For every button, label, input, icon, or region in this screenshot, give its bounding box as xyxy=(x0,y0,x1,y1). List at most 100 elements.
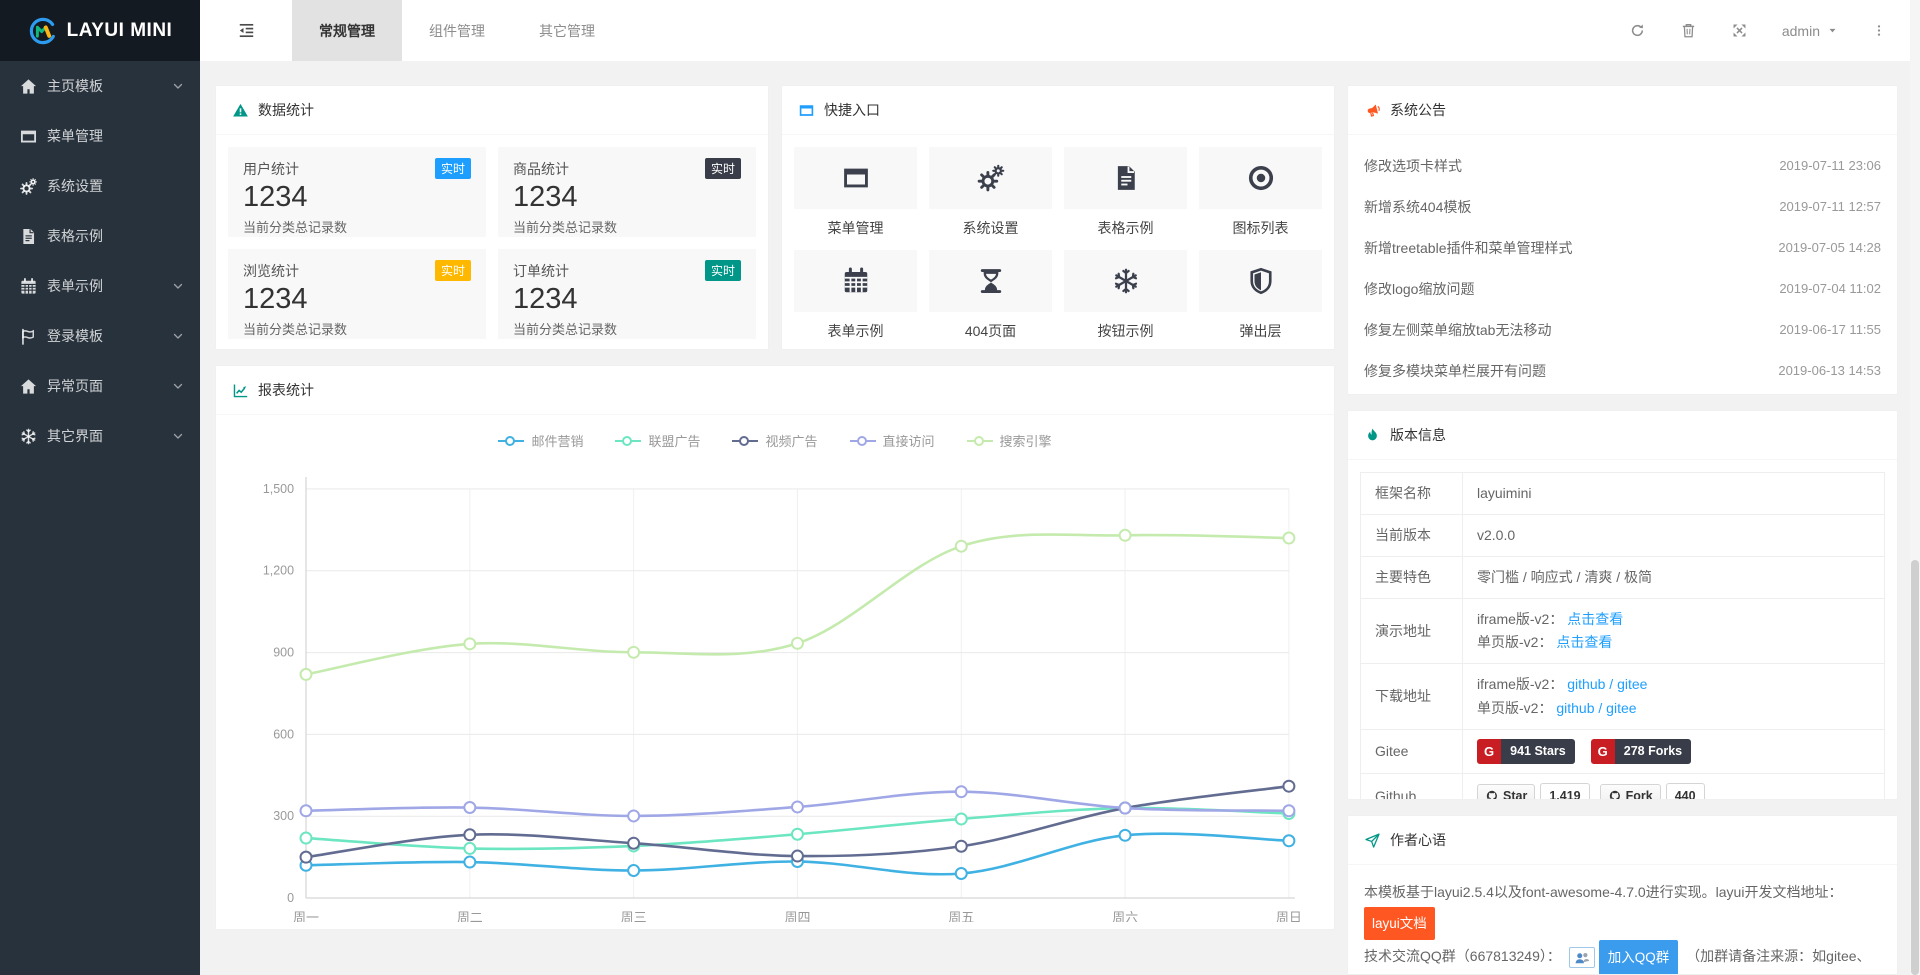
legend-item-search-engine[interactable]: 搜索引擎 xyxy=(967,431,1052,450)
join-qq-label: 加入QQ群 xyxy=(1599,940,1679,975)
sidebar-item-other-ui[interactable]: 其它界面 xyxy=(0,411,200,461)
github-star-count[interactable]: 1,419 xyxy=(1540,783,1589,800)
quick-tile-icon-list[interactable]: 图标列表 xyxy=(1199,147,1322,238)
github-fork-count[interactable]: 440 xyxy=(1666,783,1705,800)
quick-label: 菜单管理 xyxy=(794,218,917,238)
framework-name: layuimini xyxy=(1463,473,1885,515)
more-options-icon[interactable] xyxy=(1872,22,1886,39)
notice-card-header: 系统公告 xyxy=(1348,86,1897,135)
logo-text: LAYUI MINI xyxy=(67,20,173,42)
demo-link-iframe[interactable]: 点击查看 xyxy=(1567,611,1623,627)
sidebar-item-form-demo[interactable]: 表单示例 xyxy=(0,261,200,311)
legend-item-video-ads[interactable]: 视频广告 xyxy=(732,431,817,450)
layui-doc-badge[interactable]: layui文档 xyxy=(1364,907,1435,940)
demo-link-spa[interactable]: 点击查看 xyxy=(1556,634,1612,650)
paper-plane-icon xyxy=(1364,832,1381,849)
calendar-icon xyxy=(841,266,871,296)
window-icon xyxy=(19,127,38,146)
svg-text:600: 600 xyxy=(273,727,294,741)
gitee-stars-badge[interactable]: G941 Stars xyxy=(1477,739,1575,764)
quick-tile-table-demo[interactable]: 表格示例 xyxy=(1064,147,1187,238)
download-link-github[interactable]: github xyxy=(1567,676,1605,692)
legend-label: 搜索引擎 xyxy=(1000,431,1052,450)
quick-entry-card: 快捷入口 菜单管理 系统设置 表格示例 xyxy=(781,85,1335,350)
download-link-gitee[interactable]: gitee xyxy=(1617,676,1647,692)
trash-icon[interactable] xyxy=(1680,22,1697,39)
notice-item[interactable]: 修改选项卡样式2019-07-11 23:06 xyxy=(1364,145,1881,186)
gitee-forks-badge[interactable]: G278 Forks xyxy=(1591,739,1692,764)
gears-icon xyxy=(976,163,1006,193)
user-menu[interactable]: admin xyxy=(1782,23,1838,39)
sidebar-item-label: 表格示例 xyxy=(47,226,103,246)
notice-item[interactable]: 修改logo缩放问题2019-07-04 11:02 xyxy=(1364,268,1881,309)
gears-icon xyxy=(19,177,38,196)
notice-date: 2019-06-17 11:55 xyxy=(1779,322,1881,337)
stat-label: 商品统计 xyxy=(513,159,569,179)
download-link-gitee[interactable]: gitee xyxy=(1606,700,1636,716)
quick-tile-button-demo[interactable]: 按钮示例 xyxy=(1064,250,1187,341)
sidebar-item-label: 系统设置 xyxy=(47,176,103,196)
chevron-down-icon xyxy=(172,80,184,92)
legend-item-email[interactable]: 邮件营销 xyxy=(498,431,583,450)
author-text: 本模板基于layui2.5.4以及font-awesome-4.7.0进行实现。… xyxy=(1348,865,1897,975)
caret-down-icon xyxy=(1827,25,1838,36)
quick-label: 表单示例 xyxy=(794,321,917,341)
stat-label: 用户统计 xyxy=(243,159,299,179)
refresh-icon[interactable] xyxy=(1629,22,1646,39)
author-line1: 本模板基于layui2.5.4以及font-awesome-4.7.0进行实现。… xyxy=(1364,884,1842,900)
file-icon xyxy=(1111,163,1141,193)
sidebar-item-home-template[interactable]: 主页模板 xyxy=(0,61,200,111)
stat-box-orders[interactable]: 订单统计实时 1234 当前分类总记录数 xyxy=(498,249,756,339)
notice-item[interactable]: 修复左侧菜单缩放tab无法移动2019-06-17 11:55 xyxy=(1364,309,1881,350)
sidebar-item-table-demo[interactable]: 表格示例 xyxy=(0,211,200,261)
sidebar-toggle-button[interactable] xyxy=(200,0,292,61)
quick-tile-404-page[interactable]: 404页面 xyxy=(929,250,1052,341)
stat-label: 浏览统计 xyxy=(243,261,299,281)
legend-label: 联盟广告 xyxy=(648,431,700,450)
quick-tile-system-settings[interactable]: 系统设置 xyxy=(929,147,1052,238)
download-prefix: 单页版-v2： xyxy=(1477,700,1552,716)
fire-icon xyxy=(1364,427,1381,444)
gitee-logo: G xyxy=(1591,739,1615,764)
tab-other-manage[interactable]: 其它管理 xyxy=(512,0,622,61)
stat-sub: 当前分类总记录数 xyxy=(243,217,471,236)
vertical-scrollbar[interactable] xyxy=(1910,0,1920,975)
sidebar-item-system-settings[interactable]: 系统设置 xyxy=(0,161,200,211)
sidebar-item-login-template[interactable]: 登录模板 xyxy=(0,311,200,361)
quick-tile-menu-manage[interactable]: 菜单管理 xyxy=(794,147,917,238)
sidebar-item-error-pages[interactable]: 异常页面 xyxy=(0,361,200,411)
notice-item[interactable]: 新增treetable插件和菜单管理样式2019-07-05 14:28 xyxy=(1364,227,1881,268)
tab-label: 其它管理 xyxy=(539,21,595,41)
github-fork-button[interactable]: Fork xyxy=(1600,784,1661,800)
notice-text: 修改选项卡样式 xyxy=(1364,156,1462,176)
stat-box-users[interactable]: 用户统计实时 1234 当前分类总记录数 xyxy=(228,147,486,237)
fullscreen-icon[interactable] xyxy=(1731,22,1748,39)
stat-box-goods[interactable]: 商品统计实时 1234 当前分类总记录数 xyxy=(498,147,756,237)
report-card: 报表统计 邮件营销 联盟广告 视频广告 直接访问 搜索引擎 0300600900… xyxy=(215,365,1335,930)
notice-item[interactable]: 新增系统404模板2019-07-11 12:57 xyxy=(1364,186,1881,227)
app-logo[interactable]: LAYUI MINI xyxy=(0,0,200,61)
tab-general-manage[interactable]: 常规管理 xyxy=(292,0,402,61)
notice-item[interactable]: 修复多模块菜单栏展开有问题2019-06-13 14:53 xyxy=(1364,350,1881,391)
quick-tile-form-demo[interactable]: 表单示例 xyxy=(794,250,917,341)
stat-box-views[interactable]: 浏览统计实时 1234 当前分类总记录数 xyxy=(228,249,486,339)
version-card: 版本信息 框架名称layuimini 当前版本v2.0.0 主要特色零门槛 / … xyxy=(1347,410,1898,800)
report-chart: 03006009001,2001,500周一周二周三周四周五周六周日 xyxy=(216,452,1334,922)
github-star-button[interactable]: Star xyxy=(1477,784,1535,800)
quick-tile-popup-layer[interactable]: 弹出层 xyxy=(1199,250,1322,341)
stat-label: 订单统计 xyxy=(513,261,569,281)
download-link-github[interactable]: github xyxy=(1556,700,1594,716)
logo-icon xyxy=(28,16,58,46)
chevron-down-icon xyxy=(172,330,184,342)
scrollbar-thumb[interactable] xyxy=(1911,560,1919,975)
sidebar-item-label: 菜单管理 xyxy=(47,126,103,146)
notice-date: 2019-07-11 12:57 xyxy=(1779,199,1881,214)
svg-text:300: 300 xyxy=(273,809,294,823)
tab-component-manage[interactable]: 组件管理 xyxy=(402,0,512,61)
sidebar-item-menu-manage[interactable]: 菜单管理 xyxy=(0,111,200,161)
legend-item-union-ads[interactable]: 联盟广告 xyxy=(615,431,700,450)
demo-prefix: 单页版-v2： xyxy=(1477,634,1552,650)
join-qq-group-button[interactable]: 加入QQ群 xyxy=(1569,940,1679,975)
topbar: 常规管理 组件管理 其它管理 admin xyxy=(200,0,1920,61)
legend-item-direct[interactable]: 直接访问 xyxy=(850,431,935,450)
